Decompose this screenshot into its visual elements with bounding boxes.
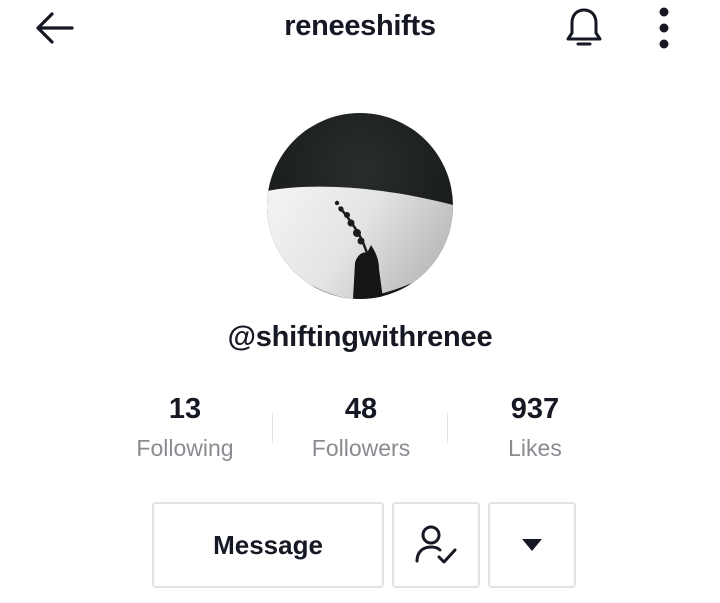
suggestions-dropdown-button[interactable] (488, 502, 576, 588)
stat-divider (272, 413, 273, 443)
following-button[interactable] (392, 502, 480, 588)
stat-likes[interactable]: 937 Likes (455, 390, 615, 463)
following-count: 13 (168, 393, 202, 425)
avatar[interactable] (267, 113, 453, 299)
user-check-icon (415, 525, 457, 564)
notifications-button[interactable] (560, 4, 608, 52)
bell-icon (566, 8, 602, 46)
page-title: reneeshifts (284, 10, 436, 42)
stat-followers[interactable]: 48 Followers (281, 390, 441, 463)
stat-following[interactable]: 13 Following (105, 390, 265, 463)
caret-down-icon (522, 539, 542, 551)
followers-label: Followers (311, 435, 411, 461)
message-button[interactable]: Message (152, 502, 384, 588)
more-vertical-icon (659, 7, 669, 49)
following-label: Following (136, 435, 234, 461)
more-options-button[interactable] (644, 4, 684, 52)
message-button-label: Message (213, 529, 323, 560)
likes-count: 937 (510, 393, 560, 425)
profile-photo (267, 113, 453, 299)
top-bar: reneeshifts (0, 0, 720, 56)
stat-divider (447, 413, 448, 443)
followers-count: 48 (344, 393, 378, 425)
likes-label: Likes (508, 435, 562, 461)
profile-handle: @shiftingwithrenee (227, 321, 493, 353)
